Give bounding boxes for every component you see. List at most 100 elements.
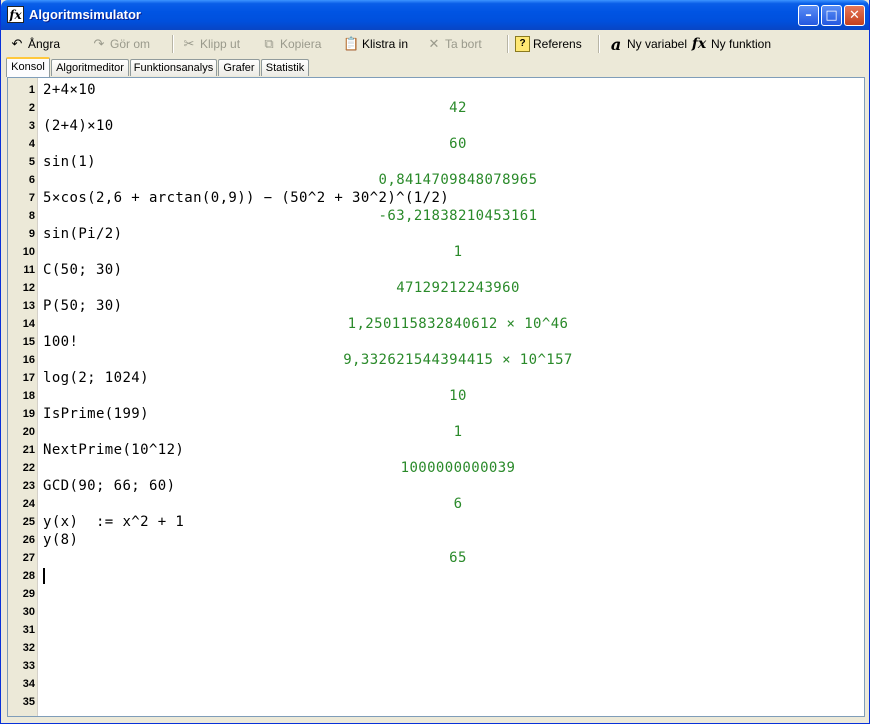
minimize-button[interactable]: – (798, 5, 819, 26)
console-line[interactable]: 7 5×cos(2,6 + arctan(0,9)) − (50^2 + 30^2… (8, 189, 864, 207)
console-line[interactable]: 1 2+4×10 (8, 81, 864, 99)
console-line[interactable]: 16 9,332621544394415 × 10^157 (8, 351, 864, 369)
line-number: 32 (22, 642, 35, 654)
console-line[interactable]: 23 GCD(90; 66; 60) (8, 477, 864, 495)
delete-button[interactable]: ✕ Ta bort (426, 34, 482, 54)
line-number: 25 (22, 516, 35, 528)
console-line[interactable]: 15 100! (8, 333, 864, 351)
line-number: 35 (22, 696, 35, 708)
tab-konsol[interactable]: Konsol (6, 57, 50, 77)
console-line[interactable]: 2 42 (8, 99, 864, 117)
console-line[interactable]: 6 0,8414709848078965 (8, 171, 864, 189)
line-number: 19 (22, 408, 35, 420)
console-line[interactable]: 24 6 (8, 495, 864, 513)
console-line[interactable]: 10 1 (8, 243, 864, 261)
line-number: 10 (22, 246, 35, 258)
line-number: 26 (22, 534, 35, 546)
text-cursor (43, 568, 45, 584)
maximize-button[interactable]: □ (821, 5, 842, 26)
console-input: sin(1) (43, 154, 96, 170)
copy-icon: ⧉ (264, 36, 274, 51)
line-number: 6 (28, 174, 35, 186)
console-input: (2+4)×10 (43, 118, 114, 134)
title-bar[interactable]: fx Algoritmsimulator – □ ✕ (1, 0, 869, 30)
console-line[interactable]: 31 (8, 621, 864, 639)
console-result: 1 (453, 244, 463, 260)
redo-button[interactable]: ↷ Gör om (91, 34, 150, 54)
undo-button[interactable]: ↶ Ångra (9, 34, 60, 54)
console-line[interactable]: 8 -63,21838210453161 (8, 207, 864, 225)
line-number: 11 (23, 264, 35, 276)
console-line[interactable]: 29 (8, 585, 864, 603)
console-input: y(8) (43, 532, 79, 548)
new-function-label: Ny funktion (711, 37, 772, 51)
tab-algoritmeditor[interactable]: Algoritmeditor (51, 59, 129, 76)
cut-button[interactable]: ✂ Klipp ut (181, 34, 240, 54)
paste-button[interactable]: 📋 Klistra in (343, 34, 408, 54)
console-input: 100! (43, 334, 79, 350)
console-line[interactable]: 13 P(50; 30) (8, 297, 864, 315)
redo-icon: ↷ (93, 36, 105, 51)
line-number: 8 (28, 210, 35, 222)
console-line[interactable]: 28 (8, 567, 864, 585)
line-number: 16 (22, 354, 35, 366)
clipboard-icon: 📋 (343, 36, 360, 51)
console-line[interactable]: 18 10 (8, 387, 864, 405)
console-result: 42 (449, 100, 467, 116)
toolbar-separator (172, 35, 174, 53)
console-line[interactable]: 19 IsPrime(199) (8, 405, 864, 423)
line-number: 29 (22, 588, 35, 600)
console-line[interactable]: 14 1,250115832840612 × 10^46 (8, 315, 864, 333)
close-button[interactable]: ✕ (844, 5, 865, 26)
line-number: 17 (22, 372, 35, 384)
console-result: 65 (449, 550, 467, 566)
console-input: log(2; 1024) (43, 370, 149, 386)
console-line[interactable]: 20 1 (8, 423, 864, 441)
paste-label: Klistra in (362, 37, 409, 51)
line-number: 12 (22, 282, 35, 294)
console-input: GCD(90; 66; 60) (43, 478, 176, 494)
reference-button[interactable]: ? Referens (515, 34, 582, 54)
console-line[interactable]: 30 (8, 603, 864, 621)
console-line[interactable]: 12 47129212243960 (8, 279, 864, 297)
console-line[interactable]: 5 sin(1) (8, 153, 864, 171)
new-function-button[interactable]: fx Ny funktion (690, 34, 771, 54)
console-input: NextPrime(10^12) (43, 442, 185, 458)
console-line[interactable]: 27 65 (8, 549, 864, 567)
delete-label: Ta bort (445, 37, 482, 51)
undo-label: Ångra (28, 37, 61, 51)
tab-grafer[interactable]: Grafer (218, 59, 260, 76)
console-line[interactable]: 33 (8, 657, 864, 675)
console-line[interactable]: 32 (8, 639, 864, 657)
toolbar: ↶ Ångra ↷ Gör om ✂ Klipp ut ⧉ Kopiera 📋 … (5, 31, 867, 57)
line-number: 27 (22, 552, 35, 564)
line-number: 4 (28, 138, 35, 150)
console-line[interactable]: 25 y(x) := x^2 + 1 (8, 513, 864, 531)
console-line[interactable]: 34 (8, 675, 864, 693)
line-number: 34 (22, 678, 35, 690)
copy-button[interactable]: ⧉ Kopiera (261, 34, 321, 54)
console-line[interactable]: 21 NextPrime(10^12) (8, 441, 864, 459)
console-line[interactable]: 35 (8, 693, 864, 711)
tab-statistik[interactable]: Statistik (261, 59, 309, 76)
line-number: 15 (22, 336, 35, 348)
window-title: Algoritmsimulator (29, 7, 141, 22)
scissors-icon: ✂ (183, 36, 195, 51)
console-line[interactable]: 22 1000000000039 (8, 459, 864, 477)
console-line[interactable]: 26 y(8) (8, 531, 864, 549)
new-variable-button[interactable]: a Ny variabel (608, 34, 687, 54)
console-line[interactable]: 9 sin(Pi/2) (8, 225, 864, 243)
console-input: sin(Pi/2) (43, 226, 123, 242)
console-result: 1 (453, 424, 463, 440)
console-line[interactable]: 3 (2+4)×10 (8, 117, 864, 135)
console-editor[interactable]: 1 2+4×10 2 42 3 (2+4)×10 4 60 5 sin(1) 6 0,84147098… (7, 77, 865, 717)
console-line[interactable]: 4 60 (8, 135, 864, 153)
console-input: 2+4×10 (43, 82, 96, 98)
console-result: 10 (449, 388, 467, 404)
tab-funktionsanalys[interactable]: Funktionsanalys (130, 59, 217, 76)
console-result: 9,332621544394415 × 10^157 (343, 352, 573, 368)
new-variable-label: Ny variabel (627, 37, 688, 51)
console-line[interactable]: 17 log(2; 1024) (8, 369, 864, 387)
console-line[interactable]: 11 C(50; 30) (8, 261, 864, 279)
fx-icon[interactable]: fx (7, 6, 24, 23)
